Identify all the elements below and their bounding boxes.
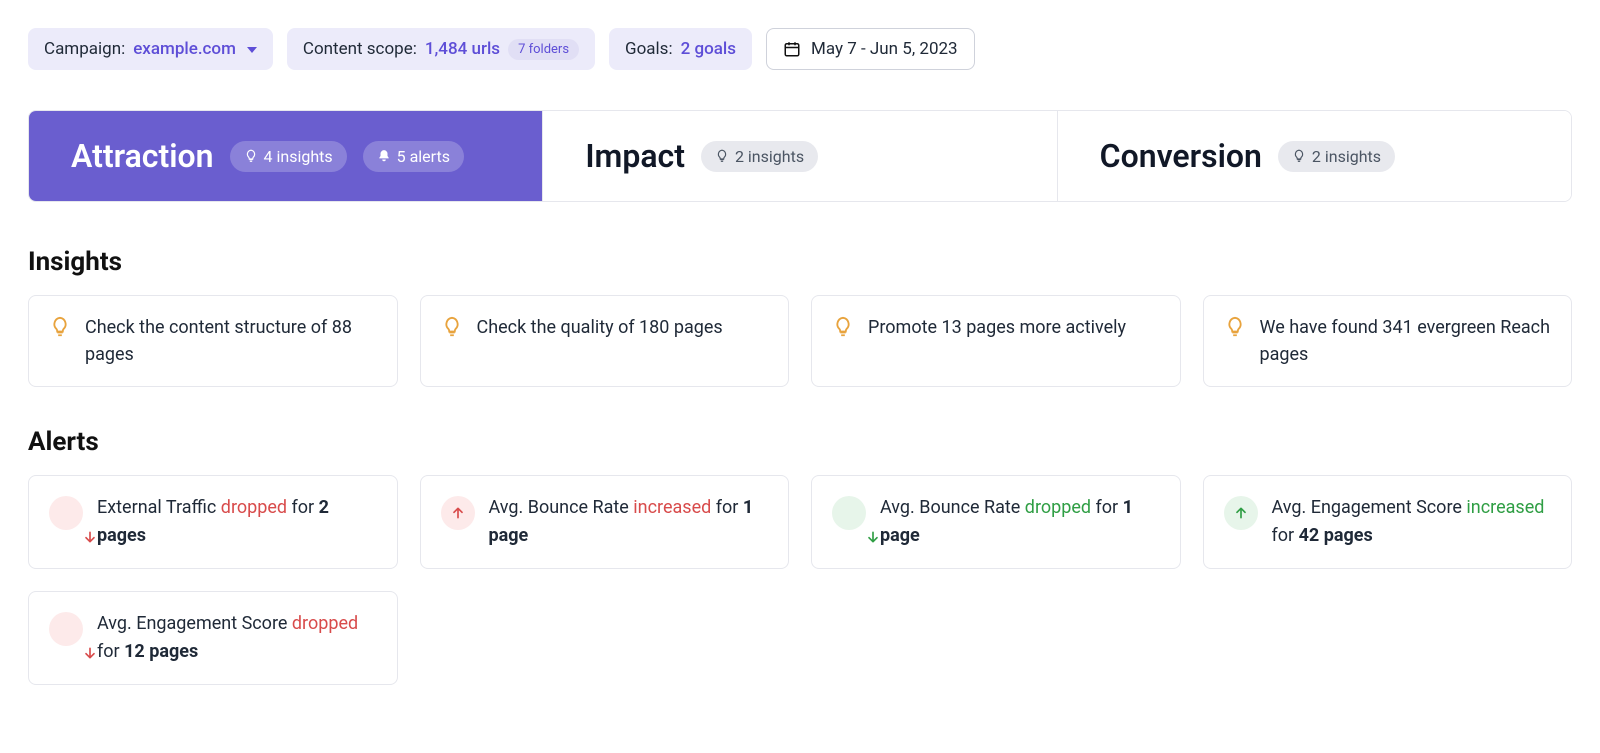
lightbulb-icon [441, 316, 463, 338]
alert-card[interactable]: External Traffic dropped for 2 pages [28, 475, 398, 569]
insight-card[interactable]: We have found 341 evergreen Reach pages [1203, 295, 1573, 387]
lightbulb-icon [1224, 316, 1246, 338]
alert-text: Avg. Bounce Rate increased for 1 page [489, 494, 769, 550]
alert-text: Avg. Engagement Score dropped for 12 pag… [97, 610, 377, 666]
tab-attraction-insights-badge: 4 insights [230, 141, 347, 172]
arrow-down-icon [49, 496, 83, 530]
alert-card[interactable]: Avg. Bounce Rate increased for 1 page [420, 475, 790, 569]
lightbulb-icon [1292, 149, 1306, 163]
insight-card[interactable]: Check the quality of 180 pages [420, 295, 790, 387]
tab-attraction[interactable]: Attraction 4 insights 5 alerts [29, 111, 543, 201]
insights-cards: Check the content structure of 88 pages C… [28, 295, 1572, 387]
lightbulb-icon [832, 316, 854, 338]
lightbulb-icon [715, 149, 729, 163]
alert-card[interactable]: Avg. Engagement Score increased for 42 p… [1203, 475, 1573, 569]
alert-card[interactable]: Avg. Engagement Score dropped for 12 pag… [28, 591, 398, 685]
alert-pages: 12 pages [124, 641, 198, 662]
arrow-down-icon [49, 612, 83, 646]
badge-text: 4 insights [264, 147, 333, 166]
tab-conversion-insights-badge: 2 insights [1278, 141, 1395, 172]
tab-impact-title: Impact [585, 137, 685, 175]
date-range-selector[interactable]: May 7 - Jun 5, 2023 [766, 28, 975, 70]
lightbulb-icon [244, 149, 258, 163]
alert-text: Avg. Engagement Score increased for 42 p… [1272, 494, 1552, 550]
tab-attraction-alerts-badge: 5 alerts [363, 141, 464, 172]
insight-text: We have found 341 evergreen Reach pages [1260, 314, 1552, 368]
date-value: May 7 - Jun 5, 2023 [811, 39, 958, 59]
alert-pages: 42 pages [1299, 525, 1373, 546]
alert-metric: Avg. Engagement Score [97, 613, 287, 634]
goals-value: 2 goals [681, 39, 736, 59]
tab-conversion-title: Conversion [1100, 137, 1262, 175]
tab-impact[interactable]: Impact 2 insights [543, 111, 1057, 201]
filter-bar: Campaign: example.com Content scope: 1,4… [28, 28, 1572, 70]
alert-text: External Traffic dropped for 2 pages [97, 494, 377, 550]
alert-verb: dropped [221, 497, 287, 518]
main-tabs: Attraction 4 insights 5 alerts Impact 2 … [28, 110, 1572, 202]
lightbulb-icon [49, 316, 71, 338]
alerts-heading: Alerts [28, 427, 1572, 457]
insight-text: Promote 13 pages more actively [868, 314, 1126, 341]
insight-card[interactable]: Check the content structure of 88 pages [28, 295, 398, 387]
calendar-icon [783, 40, 801, 58]
alert-for: for [716, 497, 739, 518]
insight-text: Check the content structure of 88 pages [85, 314, 377, 368]
scope-label: Content scope: [303, 39, 417, 59]
insights-heading: Insights [28, 247, 1572, 277]
chevron-down-icon [247, 47, 257, 53]
tab-impact-insights-badge: 2 insights [701, 141, 818, 172]
alert-for: for [1096, 497, 1119, 518]
goals-label: Goals: [625, 39, 673, 59]
bell-icon [377, 149, 391, 163]
insight-card[interactable]: Promote 13 pages more actively [811, 295, 1181, 387]
alert-for: for [97, 641, 120, 662]
alert-verb: dropped [1025, 497, 1091, 518]
alert-card[interactable]: Avg. Bounce Rate dropped for 1 page [811, 475, 1181, 569]
alert-verb: increased [633, 497, 711, 518]
scope-folders-badge: 7 folders [508, 39, 579, 60]
badge-text: 2 insights [1312, 147, 1381, 166]
arrow-down-icon [832, 496, 866, 530]
insight-text: Check the quality of 180 pages [477, 314, 723, 341]
alert-text: Avg. Bounce Rate dropped for 1 page [880, 494, 1160, 550]
alert-metric: Avg. Bounce Rate [880, 497, 1020, 518]
goals-selector[interactable]: Goals: 2 goals [609, 28, 752, 70]
alert-verb: dropped [292, 613, 358, 634]
alert-metric: External Traffic [97, 497, 216, 518]
arrow-up-icon [441, 496, 475, 530]
alert-for: for [1272, 525, 1295, 546]
alert-for: for [292, 497, 315, 518]
alerts-cards: External Traffic dropped for 2 pages Avg.… [28, 475, 1572, 685]
scope-value: 1,484 urls [425, 39, 500, 59]
badge-text: 2 insights [735, 147, 804, 166]
alert-verb: increased [1466, 497, 1544, 518]
badge-text: 5 alerts [397, 147, 450, 166]
campaign-value: example.com [133, 39, 236, 59]
campaign-label: Campaign: [44, 39, 125, 59]
tab-attraction-title: Attraction [71, 137, 214, 175]
alert-metric: Avg. Engagement Score [1272, 497, 1462, 518]
arrow-up-icon [1224, 496, 1258, 530]
content-scope-selector[interactable]: Content scope: 1,484 urls 7 folders [287, 28, 595, 70]
tab-conversion[interactable]: Conversion 2 insights [1058, 111, 1571, 201]
campaign-selector[interactable]: Campaign: example.com [28, 28, 273, 70]
alert-metric: Avg. Bounce Rate [489, 497, 629, 518]
